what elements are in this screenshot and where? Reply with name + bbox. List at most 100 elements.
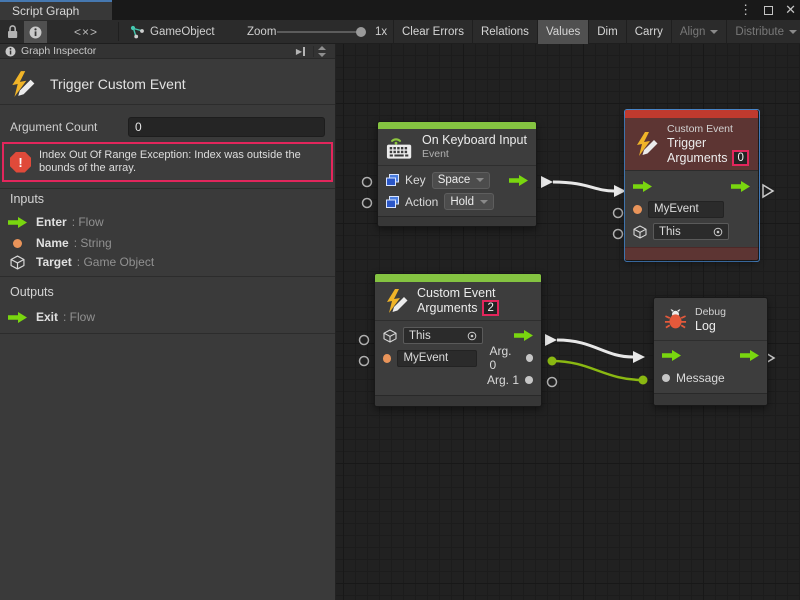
string-port-icon [383,354,391,363]
lock-icon[interactable] [6,24,19,42]
scroll-spinner[interactable] [313,46,330,57]
target-row: This [625,221,758,242]
divider [0,104,335,105]
wire-event-debug[interactable] [557,340,633,357]
close-icon[interactable]: ✕ [785,0,796,20]
port-row-action: Action Hold [378,191,536,212]
chevron-down-icon [476,178,484,182]
inspector-toggle-button[interactable] [24,21,47,43]
inspector-header-title: Graph Inspector [21,45,96,57]
port-row-key: Key Space [378,170,536,191]
event-name-input[interactable] [397,350,477,367]
divider [0,188,335,189]
cube-icon [10,255,25,270]
zoom-value: 1x [375,20,387,44]
flow-out-icon[interactable] [509,175,528,186]
string-port-icon [633,205,642,214]
node-header: Debug Log [654,298,767,341]
input-item-enter: Enter : Flow [8,214,104,230]
error-message: Index Out Of Range Exception: Index was … [39,149,325,175]
flow-in-icon[interactable] [633,181,652,192]
node-trigger-custom-event[interactable]: Custom Event Trigger Arguments 0 [625,110,758,260]
chevron-down-icon [710,30,718,34]
value-out-port[interactable] [526,354,534,362]
node-error-bar [625,110,758,118]
node-footer [375,395,541,406]
code-view-icon[interactable]: <×> [66,20,106,44]
node-title: Trigger [667,136,749,150]
zoom-slider-track[interactable] [277,31,365,33]
node-custom-event[interactable]: Custom Event Arguments 2 This [374,273,542,407]
scroll-down-icon [318,53,326,57]
arg1-label: Arg. 1 [487,373,519,387]
wire-keyboard-trigger[interactable] [553,182,614,191]
node-category: Custom Event [667,122,749,136]
flow-out-port[interactable] [541,176,553,188]
value-out-port[interactable] [525,376,533,384]
string-port-icon [13,239,22,248]
flow-in-icon[interactable] [662,350,681,361]
tab-bar: Script Graph ⋮ ✕ [0,0,800,20]
distribute-button[interactable]: Distribute [726,20,800,44]
relations-button[interactable]: Relations [472,20,537,44]
node-title: Log [695,319,726,333]
toolbar-buttons: Clear Errors Relations Values Dim Carry … [393,20,800,44]
event-name-input[interactable] [648,201,724,218]
wire-arg0-message[interactable] [552,361,643,380]
event-name-row [625,199,758,220]
inputs-header: Inputs [10,192,44,206]
node-footer [625,247,758,260]
carry-button[interactable]: Carry [626,20,671,44]
flow-out-icon[interactable] [514,330,533,341]
target-dropdown[interactable]: This [403,327,483,344]
target-dropdown[interactable]: This [653,223,729,240]
node-on-keyboard-input[interactable]: On Keyboard Input Event Key Space [377,121,537,227]
output-item-exit: Exit : Flow [8,309,95,325]
cube-icon [383,329,397,343]
bug-icon [664,308,687,330]
windows-icon [386,174,399,186]
target-picker-icon [467,331,477,341]
info-icon [5,46,16,57]
argument-count-input[interactable] [128,117,325,137]
node-footer [378,216,536,226]
values-button[interactable]: Values [537,20,588,44]
align-button[interactable]: Align [671,20,727,44]
divider [0,276,335,277]
arguments-count-badge: 2 [482,300,498,316]
node-body: This Arg. 0 Arg. 1 [375,321,541,395]
node-title: On Keyboard Input [422,133,527,147]
cube-icon [633,225,647,239]
unit-title-block: Trigger Custom Event [0,64,335,104]
event-name-row: Arg. 0 [375,348,541,369]
input-item-target: Target : Game Object [8,254,154,270]
tab-script-graph[interactable]: Script Graph [0,0,112,20]
gameobject-label[interactable]: GameObject [150,20,215,44]
menu-icon[interactable]: ⋮ [739,0,752,20]
value-in-port[interactable] [662,374,670,382]
flow-out-icon[interactable] [731,181,750,192]
node-body: Key Space Action Hold [378,166,536,216]
zoom-label: Zoom [247,20,276,44]
node-debug-log[interactable]: Debug Log Message [653,297,768,406]
argument-count-row: Argument Count [0,114,335,140]
graph-canvas[interactable]: On Keyboard Input Event Key Space [336,44,800,600]
action-dropdown[interactable]: Hold [444,193,494,210]
flow-out-port[interactable] [545,334,557,346]
gameobject-icon [130,25,145,42]
flow-out-port[interactable] [763,185,773,197]
node-header: Custom Event Arguments 2 [375,282,541,321]
message-label: Message [676,371,725,385]
node-header: On Keyboard Input Event [378,129,536,166]
zoom-slider-knob[interactable] [356,27,366,37]
custom-event-icon [383,288,409,314]
node-body: This [625,171,758,247]
key-dropdown[interactable]: Space [432,172,491,189]
maximize-icon[interactable] [764,6,773,15]
clear-errors-button[interactable]: Clear Errors [393,20,472,44]
node-body: Message [654,341,767,393]
flow-out-icon[interactable] [740,350,759,361]
dock-panel-button[interactable]: ▶ [293,47,308,56]
dim-button[interactable]: Dim [588,20,625,44]
node-footer [654,393,767,405]
